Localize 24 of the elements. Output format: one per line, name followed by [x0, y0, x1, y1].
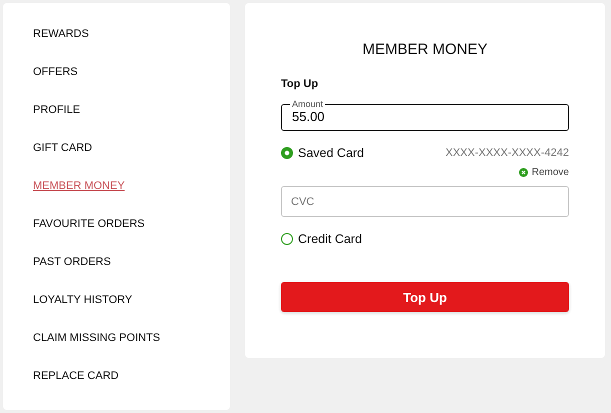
top-up-button[interactable]: Top Up [281, 282, 569, 312]
section-label: Top Up [281, 78, 320, 90]
amount-field[interactable]: Amount 55.00 [281, 99, 569, 131]
sidebar-item[interactable]: FAVOURITE ORDERS [33, 213, 145, 251]
sidebar-item[interactable]: CLAIM MISSING POINTS [33, 327, 160, 365]
sidebar-item[interactable]: PROFILE [33, 99, 80, 137]
radio-button[interactable] [281, 147, 293, 159]
sidebar-item[interactable]: GIFT CARD [33, 137, 92, 175]
option-label: Credit Card [298, 232, 362, 246]
card-number: XXXX-XXXX-XXXX-4242 [445, 147, 569, 159]
sidebar-item[interactable]: PAST ORDERS [33, 251, 111, 289]
sidebar-item[interactable]: MEMBER MONEY [33, 175, 125, 213]
sidebar-item[interactable]: REPLACE CARD [33, 365, 119, 403]
remove-link[interactable]: Remove [518, 167, 569, 178]
field-value: 55.00 [292, 109, 325, 124]
sidebar-item[interactable]: OFFERS [33, 61, 78, 99]
cvc-field[interactable]: CVC [281, 186, 569, 217]
close-icon [518, 168, 528, 177]
radio-button[interactable] [281, 233, 293, 245]
field-label: Amount [291, 99, 324, 109]
sidebar-item[interactable]: LOYALTY HISTORY [33, 289, 132, 327]
option-label: Saved Card [298, 146, 364, 160]
page-title: MEMBER MONEY [361, 41, 488, 58]
sidebar-item[interactable]: REWARDS [33, 23, 89, 61]
